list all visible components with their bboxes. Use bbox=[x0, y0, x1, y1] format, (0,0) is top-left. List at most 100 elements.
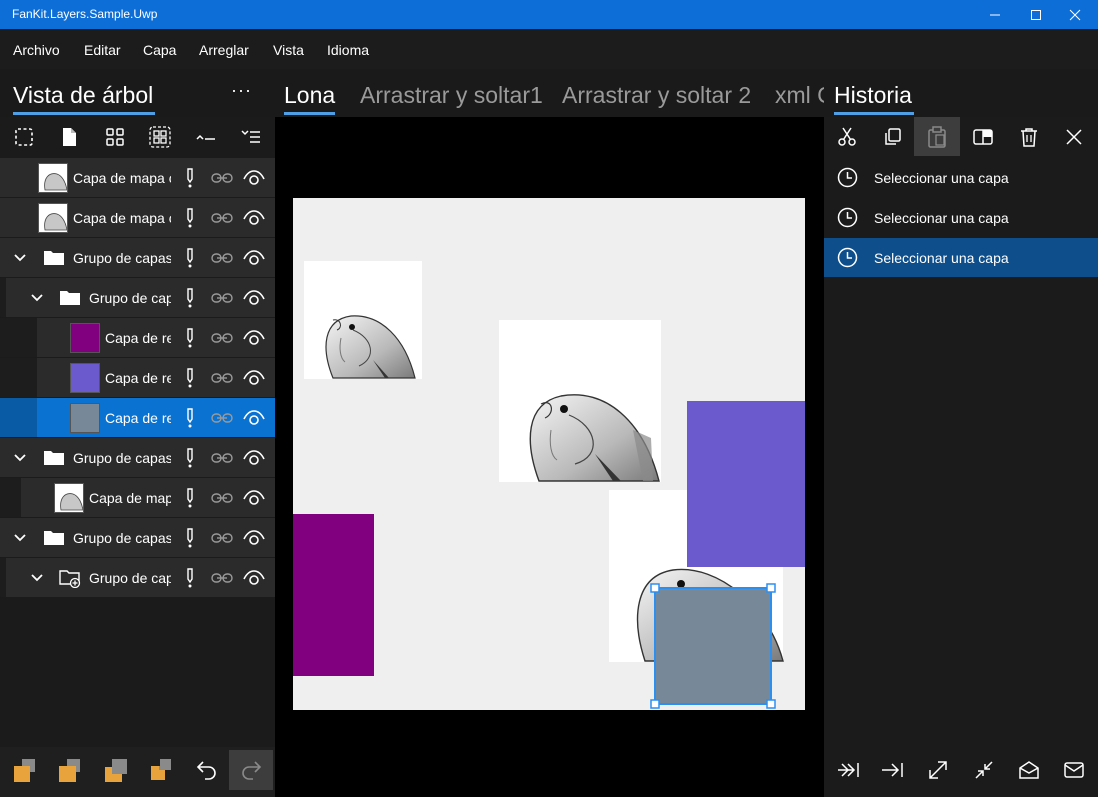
select-all-button[interactable] bbox=[9, 124, 39, 150]
group-button[interactable] bbox=[100, 124, 130, 150]
link-toggle[interactable] bbox=[209, 366, 235, 390]
history-item[interactable]: Seleccionar una capa bbox=[824, 158, 1098, 197]
eye-icon bbox=[243, 250, 265, 265]
eye-toggle[interactable] bbox=[241, 326, 267, 350]
tab-lona[interactable]: Lona bbox=[284, 82, 335, 109]
tag-toggle[interactable] bbox=[177, 486, 203, 510]
tab-arrastrar-2[interactable]: Arrastrar y soltar 2 bbox=[562, 82, 751, 109]
send-to-back-button[interactable] bbox=[139, 750, 183, 790]
move-to-end-button[interactable] bbox=[826, 750, 870, 790]
copy-button[interactable] bbox=[869, 117, 915, 156]
folder-icon bbox=[44, 251, 64, 265]
bring-to-front-button[interactable] bbox=[3, 750, 47, 790]
folder-icon bbox=[44, 451, 64, 465]
tag-toggle[interactable] bbox=[177, 206, 203, 230]
folder-icon bbox=[60, 291, 80, 305]
layer-label: Capa de map bbox=[89, 490, 171, 506]
tab-arrastrar-1[interactable]: Arrastrar y soltar1 bbox=[360, 82, 543, 109]
mail-icon bbox=[1064, 762, 1084, 778]
clear-button[interactable] bbox=[1051, 117, 1097, 156]
link-toggle[interactable] bbox=[209, 286, 235, 310]
link-toggle[interactable] bbox=[209, 486, 235, 510]
layer-label: Grupo de cap bbox=[89, 290, 171, 306]
selection-handle bbox=[650, 583, 660, 593]
layer-thumbnail bbox=[38, 163, 68, 193]
layer-thumbnail bbox=[70, 323, 100, 353]
link-toggle[interactable] bbox=[209, 206, 235, 230]
menu-archivo[interactable]: Archivo bbox=[13, 42, 60, 58]
tag-icon bbox=[187, 368, 193, 388]
layer-label: Capa de mapa c bbox=[73, 170, 171, 186]
menu-vista[interactable]: Vista bbox=[273, 42, 304, 58]
tag-toggle[interactable] bbox=[177, 446, 203, 470]
link-toggle[interactable] bbox=[209, 446, 235, 470]
tag-toggle[interactable] bbox=[177, 566, 203, 590]
cut-button[interactable] bbox=[824, 117, 870, 156]
send-backward-button[interactable] bbox=[93, 750, 137, 790]
bring-forward-button[interactable] bbox=[47, 750, 91, 790]
tag-toggle[interactable] bbox=[177, 366, 203, 390]
tag-toggle[interactable] bbox=[177, 286, 203, 310]
link-icon bbox=[211, 573, 233, 583]
menu-bar: Archivo Editar Capa Arreglar Vista Idiom… bbox=[0, 29, 1098, 69]
delete-button[interactable] bbox=[1006, 117, 1052, 156]
minimize-button[interactable] bbox=[972, 0, 1018, 29]
link-toggle[interactable] bbox=[209, 166, 235, 190]
link-toggle[interactable] bbox=[209, 246, 235, 270]
drawing-canvas[interactable] bbox=[293, 198, 805, 710]
link-toggle[interactable] bbox=[209, 326, 235, 350]
fill-layer-purple bbox=[293, 514, 374, 676]
tag-icon bbox=[187, 328, 193, 348]
chevron-down-icon bbox=[14, 454, 26, 462]
history-item[interactable]: Seleccionar una capa bbox=[824, 198, 1098, 237]
paste-button[interactable] bbox=[914, 117, 960, 156]
open-mail-button[interactable] bbox=[1007, 750, 1051, 790]
eye-toggle[interactable] bbox=[241, 446, 267, 470]
expand-button[interactable] bbox=[236, 124, 266, 150]
link-toggle[interactable] bbox=[209, 526, 235, 550]
redo-icon bbox=[242, 761, 262, 780]
tag-toggle[interactable] bbox=[177, 406, 203, 430]
eye-toggle[interactable] bbox=[241, 246, 267, 270]
history-underline bbox=[834, 112, 914, 115]
more-button[interactable]: ··· bbox=[231, 80, 252, 101]
link-toggle[interactable] bbox=[209, 406, 235, 430]
collapse-all-button[interactable] bbox=[962, 750, 1006, 790]
tab-xml[interactable]: xml C bbox=[775, 82, 824, 109]
eye-toggle[interactable] bbox=[241, 526, 267, 550]
undo-button[interactable] bbox=[185, 750, 229, 790]
tag-icon bbox=[187, 408, 193, 428]
duplicate-button[interactable] bbox=[960, 117, 1006, 156]
link-toggle[interactable] bbox=[209, 566, 235, 590]
eye-toggle[interactable] bbox=[241, 566, 267, 590]
eye-icon bbox=[243, 530, 265, 545]
collapse-button[interactable] bbox=[191, 124, 221, 150]
eye-toggle[interactable] bbox=[241, 166, 267, 190]
ungroup-button[interactable] bbox=[145, 124, 175, 150]
menu-idioma[interactable]: Idioma bbox=[327, 42, 369, 58]
menu-capa[interactable]: Capa bbox=[143, 42, 176, 58]
tag-toggle[interactable] bbox=[177, 526, 203, 550]
link-icon bbox=[211, 373, 233, 383]
redo-button[interactable] bbox=[229, 750, 273, 790]
menu-editar[interactable]: Editar bbox=[84, 42, 121, 58]
eye-toggle[interactable] bbox=[241, 406, 267, 430]
move-next-button[interactable] bbox=[870, 750, 914, 790]
expand-all-button[interactable] bbox=[916, 750, 960, 790]
link-icon bbox=[211, 253, 233, 263]
new-layer-button[interactable] bbox=[54, 124, 84, 150]
menu-arreglar[interactable]: Arreglar bbox=[199, 42, 249, 58]
layer-label: Grupo de capas bbox=[73, 530, 171, 546]
tag-toggle[interactable] bbox=[177, 166, 203, 190]
tag-toggle[interactable] bbox=[177, 326, 203, 350]
tag-toggle[interactable] bbox=[177, 246, 203, 270]
history-item-selected[interactable]: Seleccionar una capa bbox=[824, 238, 1098, 277]
mail-button[interactable] bbox=[1052, 750, 1096, 790]
eye-toggle[interactable] bbox=[241, 366, 267, 390]
close-window-button[interactable] bbox=[1052, 0, 1098, 29]
eye-toggle[interactable] bbox=[241, 286, 267, 310]
eye-toggle[interactable] bbox=[241, 486, 267, 510]
folder-icon bbox=[44, 531, 64, 545]
eye-toggle[interactable] bbox=[241, 206, 267, 230]
layer-thumbnail bbox=[70, 363, 100, 393]
